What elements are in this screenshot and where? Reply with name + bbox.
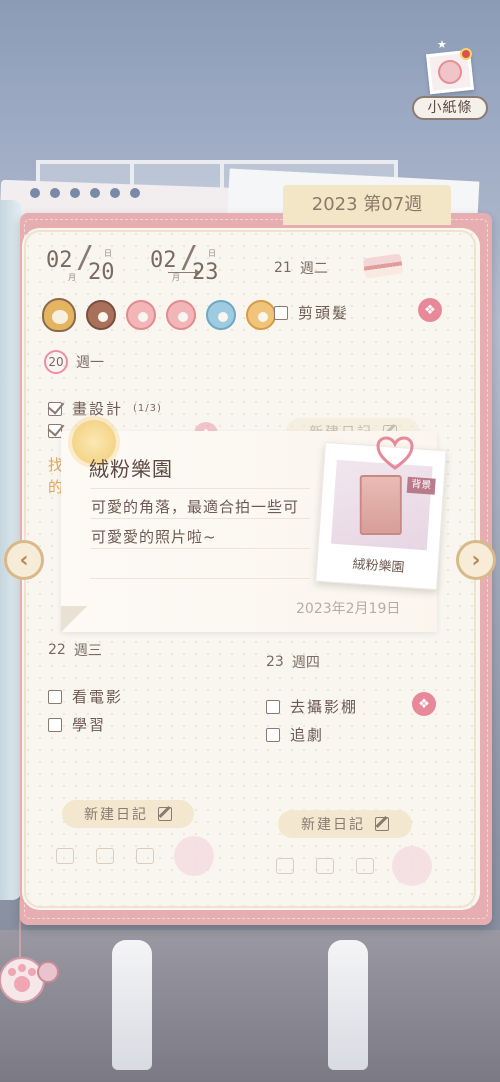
note-label: 小紙條 — [412, 96, 488, 120]
donut-icon — [206, 300, 236, 330]
polaroid-caption: 絨粉樂園 — [351, 557, 405, 576]
checkbox[interactable] — [274, 305, 288, 320]
mood-circle — [392, 846, 432, 886]
donut-icon — [246, 300, 276, 330]
binder-holes — [30, 188, 140, 198]
task-item[interactable]: 剪頭髮 — [274, 302, 349, 323]
mini-slots — [276, 858, 374, 874]
popup-date: 2023年2月19日 — [296, 601, 401, 617]
task-item[interactable]: 看電影 — [48, 686, 123, 707]
gift-icon[interactable]: ❖ — [418, 298, 442, 322]
star-icon: ★ — [437, 38, 447, 51]
day-heading-thursday: 23 週四 — [266, 654, 320, 671]
start-month: 02 — [46, 248, 73, 273]
task-item[interactable]: 學習 — [48, 714, 106, 735]
popup-body-line: 可愛的角落，最適合拍一些可 — [91, 498, 300, 516]
mood-circle — [174, 836, 214, 876]
donut-icon — [86, 300, 116, 330]
photo-image: 背景 — [330, 459, 436, 551]
mini-slots — [56, 848, 154, 864]
week-tab: 2023 第07週 — [283, 185, 451, 225]
donut-icon — [126, 300, 156, 330]
end-month: 02 — [150, 248, 177, 273]
date-range: 02 月 / 日 20 02 月 / 日 23 — [46, 240, 219, 285]
day-heading-monday: 20 週一 — [44, 350, 104, 374]
note-card-button[interactable]: ★ 小紙條 — [412, 38, 488, 120]
checkbox[interactable] — [48, 424, 62, 438]
sticker-row — [42, 298, 276, 332]
background-badge: 背景 — [406, 476, 436, 495]
pencil-icon — [158, 807, 172, 821]
new-diary-button[interactable]: 新建日記 — [62, 800, 194, 828]
checkbox[interactable] — [48, 717, 62, 732]
day-heading-wednesday: 22 週三 — [48, 642, 102, 659]
character-leg-right — [328, 940, 368, 1070]
checkbox[interactable] — [48, 689, 62, 704]
character-leg-left — [112, 940, 152, 1070]
new-diary-button[interactable]: 新建日記 — [278, 810, 412, 838]
task-item[interactable]: 去攝影棚 — [266, 696, 358, 717]
start-day: 20 — [88, 260, 115, 285]
wardrobe-icon — [359, 474, 402, 535]
background-floor — [0, 930, 500, 1082]
checkbox[interactable] — [266, 699, 280, 714]
task-item[interactable]: 畫設計 (1/3) — [48, 398, 162, 419]
page-fold — [61, 606, 87, 632]
checkbox[interactable] — [48, 401, 62, 416]
gift-icon[interactable]: ❖ — [412, 692, 436, 716]
heart-icon — [376, 436, 414, 470]
pencil-icon — [375, 817, 389, 831]
donut-icon — [166, 300, 196, 330]
next-page-button[interactable]: › — [456, 540, 496, 580]
popup-title: 絨粉樂園 — [89, 457, 173, 481]
cat-sticker-icon — [42, 298, 76, 332]
checkbox[interactable] — [266, 727, 280, 742]
end-day: 23 — [192, 260, 219, 285]
pin-icon — [460, 48, 472, 60]
task-item[interactable]: 追劇 — [266, 724, 324, 745]
flower-icon: 20 — [44, 350, 68, 374]
prev-page-button[interactable]: ‹ — [4, 540, 44, 580]
day-heading-tuesday: 21 週二 — [274, 260, 328, 277]
popup-body-line: 可愛愛的照片啦~ — [91, 528, 217, 546]
